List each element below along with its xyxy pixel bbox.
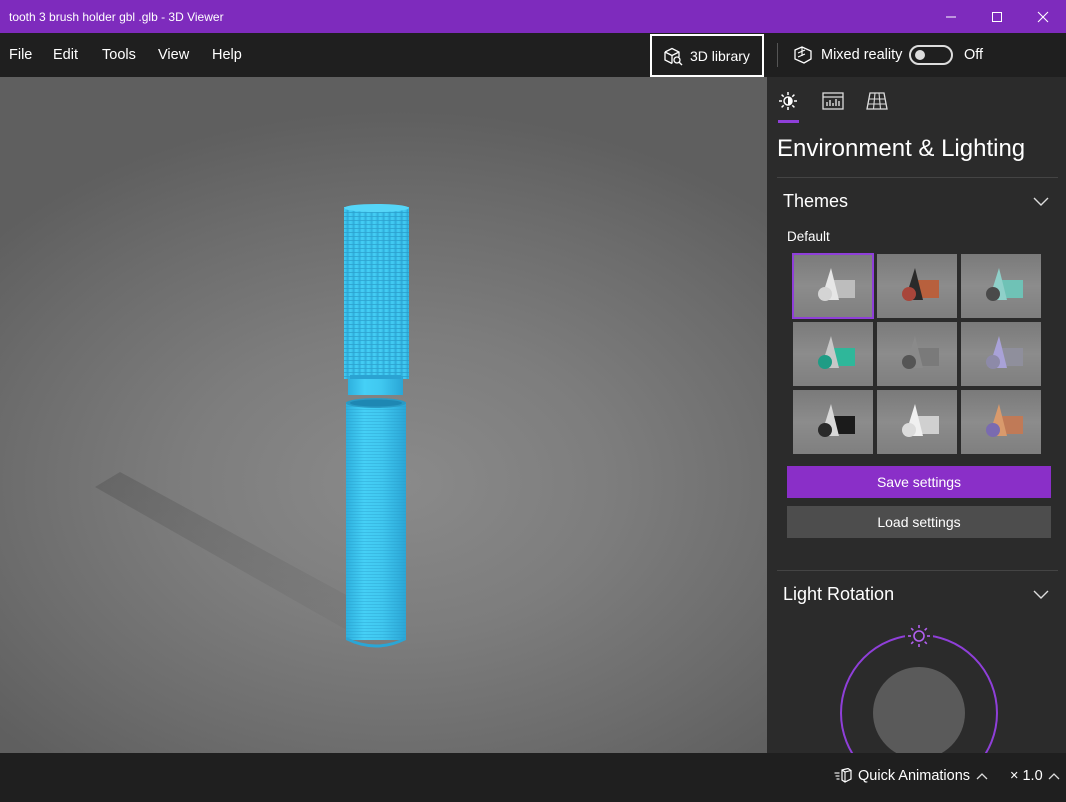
chevron-up-icon xyxy=(976,773,988,780)
theme-thumbnail-green-teal[interactable] xyxy=(793,322,873,386)
theme-thumbnail-dark-gray[interactable] xyxy=(877,322,957,386)
3d-viewport[interactable] xyxy=(0,77,767,753)
sun-icon[interactable] xyxy=(778,91,798,111)
chevron-down-icon[interactable] xyxy=(1033,590,1049,600)
load-settings-button[interactable]: Load settings xyxy=(787,506,1051,538)
menu-tools[interactable]: Tools xyxy=(102,33,136,77)
environment-lighting-panel: Environment & Lighting Themes Default Sa… xyxy=(767,77,1066,753)
mixed-reality-toggle[interactable] xyxy=(909,45,953,65)
section-divider xyxy=(777,570,1058,571)
toggle-state-label: Off xyxy=(964,47,984,63)
model-shadow xyxy=(95,472,350,632)
chevron-up-icon xyxy=(1048,773,1060,780)
maximize-button[interactable] xyxy=(974,0,1020,33)
menu-file[interactable]: File xyxy=(9,33,32,77)
cube-search-icon xyxy=(664,47,683,65)
theme-thumbnail-white[interactable] xyxy=(877,390,957,454)
toggle-knob xyxy=(915,50,925,60)
animation-cube-icon xyxy=(834,768,852,783)
grid-icon[interactable] xyxy=(866,91,888,111)
title-bar: tooth 3 brush holder gbl .glb - 3D Viewe… xyxy=(0,0,1066,33)
theme-thumbnail-teal[interactable] xyxy=(961,254,1041,318)
window-title: tooth 3 brush holder gbl .glb - 3D Viewe… xyxy=(9,9,224,24)
playback-speed-button[interactable]: × 1.0 xyxy=(1010,768,1060,784)
status-bar: Quick Animations × 1.0 xyxy=(0,753,1066,802)
mixed-reality-icon xyxy=(794,46,812,64)
quick-animations-button[interactable]: Quick Animations xyxy=(834,768,988,784)
quick-animations-label: Quick Animations xyxy=(858,768,971,784)
minimize-button[interactable] xyxy=(928,0,974,33)
close-icon xyxy=(1037,11,1049,22)
light-rotation-section-title[interactable]: Light Rotation xyxy=(783,584,894,605)
active-tab-indicator xyxy=(778,120,799,123)
menu-bar: File Edit Tools View Help 3D library Mix… xyxy=(0,33,1066,77)
theme-thumbnail-dark-orange[interactable] xyxy=(877,254,957,318)
playback-speed-label: × 1.0 xyxy=(1010,768,1043,784)
menu-edit[interactable]: Edit xyxy=(53,33,78,77)
mixed-reality-label: Mixed reality xyxy=(821,47,903,63)
themes-section-title[interactable]: Themes xyxy=(783,191,848,212)
theme-thumbnail-lavender[interactable] xyxy=(961,322,1041,386)
stats-icon[interactable] xyxy=(822,91,844,111)
menu-help[interactable]: Help xyxy=(212,33,242,77)
themes-default-label: Default xyxy=(787,229,830,244)
theme-thumbnail-black[interactable] xyxy=(793,390,873,454)
3d-model[interactable] xyxy=(0,77,767,753)
maximize-icon xyxy=(992,11,1002,22)
theme-thumbnail-default-white[interactable] xyxy=(792,253,874,319)
light-rotation-dial[interactable] xyxy=(837,617,1001,753)
menu-view[interactable]: View xyxy=(158,33,189,77)
minimize-icon xyxy=(946,16,956,17)
chevron-down-icon[interactable] xyxy=(1033,197,1049,207)
3d-library-label: 3D library xyxy=(690,47,750,64)
panel-title: Environment & Lighting xyxy=(777,135,1026,162)
theme-grid xyxy=(792,253,1041,454)
3d-library-button[interactable]: 3D library xyxy=(650,34,764,77)
section-divider xyxy=(777,177,1058,178)
menu-divider xyxy=(777,43,778,67)
save-settings-button[interactable]: Save settings xyxy=(787,466,1051,498)
theme-thumbnail-sunset[interactable] xyxy=(961,390,1041,454)
close-button[interactable] xyxy=(1020,0,1066,33)
